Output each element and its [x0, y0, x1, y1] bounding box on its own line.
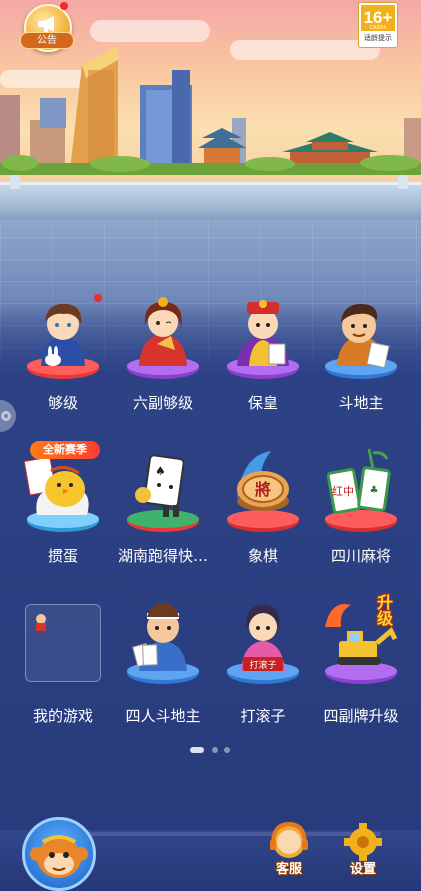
my-games-slot[interactable] [25, 604, 101, 682]
age-rating-org: CADPA [369, 25, 387, 31]
age-rating-badge[interactable]: 16+ CADPA 适龄提示 [358, 2, 398, 48]
chess-piece-text: 將 [255, 480, 271, 499]
girl-with-cards-icon: 打滚子 [227, 605, 299, 684]
mini-avatar-icon [36, 614, 46, 631]
playing-card-character-icon: ♠ [127, 454, 199, 532]
chess-piece-icon: 將 [227, 451, 299, 532]
page-dot[interactable] [224, 747, 230, 753]
megaphone-icon [38, 16, 54, 32]
svg-text:♣: ♣ [370, 485, 379, 496]
game-label: 湖南跑得快… [117, 547, 208, 565]
dagunzi-sign-text: 打滚子 [249, 659, 276, 671]
emperor-icon [227, 300, 299, 379]
monkey-avatar-icon [30, 835, 88, 878]
game-label: 四川麻将 [330, 547, 391, 565]
game-label: 象棋 [247, 547, 278, 565]
game-label: 我的游戏 [32, 707, 93, 725]
mahjong-tile-text: 红中 [332, 485, 354, 498]
lady-with-fan-icon [127, 297, 199, 379]
new-badge-dot [94, 294, 102, 302]
landlord-icon [325, 304, 397, 379]
game-label: 够级 [47, 394, 78, 412]
game-label: 四人斗地主 [125, 707, 201, 725]
notice-red-dot [60, 2, 68, 10]
customer-service-button[interactable] [266, 821, 312, 862]
svg-text:♠: ♠ [155, 464, 166, 478]
upgrade-badge-text: 升级 [376, 593, 393, 628]
customer-service-icon [270, 821, 308, 858]
game-panel [0, 300, 421, 891]
customer-service-label[interactable]: 客服 [259, 858, 319, 877]
city-wall [0, 175, 421, 223]
mahjong-tiles-icon: 红中 ♣ [325, 448, 397, 532]
user-avatar[interactable] [22, 817, 96, 891]
game-label: 掼蛋 [47, 547, 78, 565]
gear-icon [344, 823, 382, 861]
card-player-icon [127, 603, 199, 684]
game-label: 打滚子 [240, 707, 286, 725]
hero-boy-icon [27, 303, 99, 379]
notice-label[interactable]: 公告 [20, 32, 74, 49]
game-label: 保皇 [247, 394, 278, 412]
game-label: 斗地主 [338, 394, 384, 412]
settings-label[interactable]: 设置 [333, 858, 393, 877]
game-label: 六副够级 [132, 394, 193, 412]
new-season-tag: 全新赛季 [30, 441, 100, 459]
page-dot-active[interactable] [190, 747, 204, 753]
page-dot[interactable] [212, 747, 218, 753]
age-rating-tip: 适龄提示 [364, 34, 392, 42]
settings-button[interactable] [340, 822, 386, 862]
game-label: 四副牌升级 [323, 707, 399, 725]
